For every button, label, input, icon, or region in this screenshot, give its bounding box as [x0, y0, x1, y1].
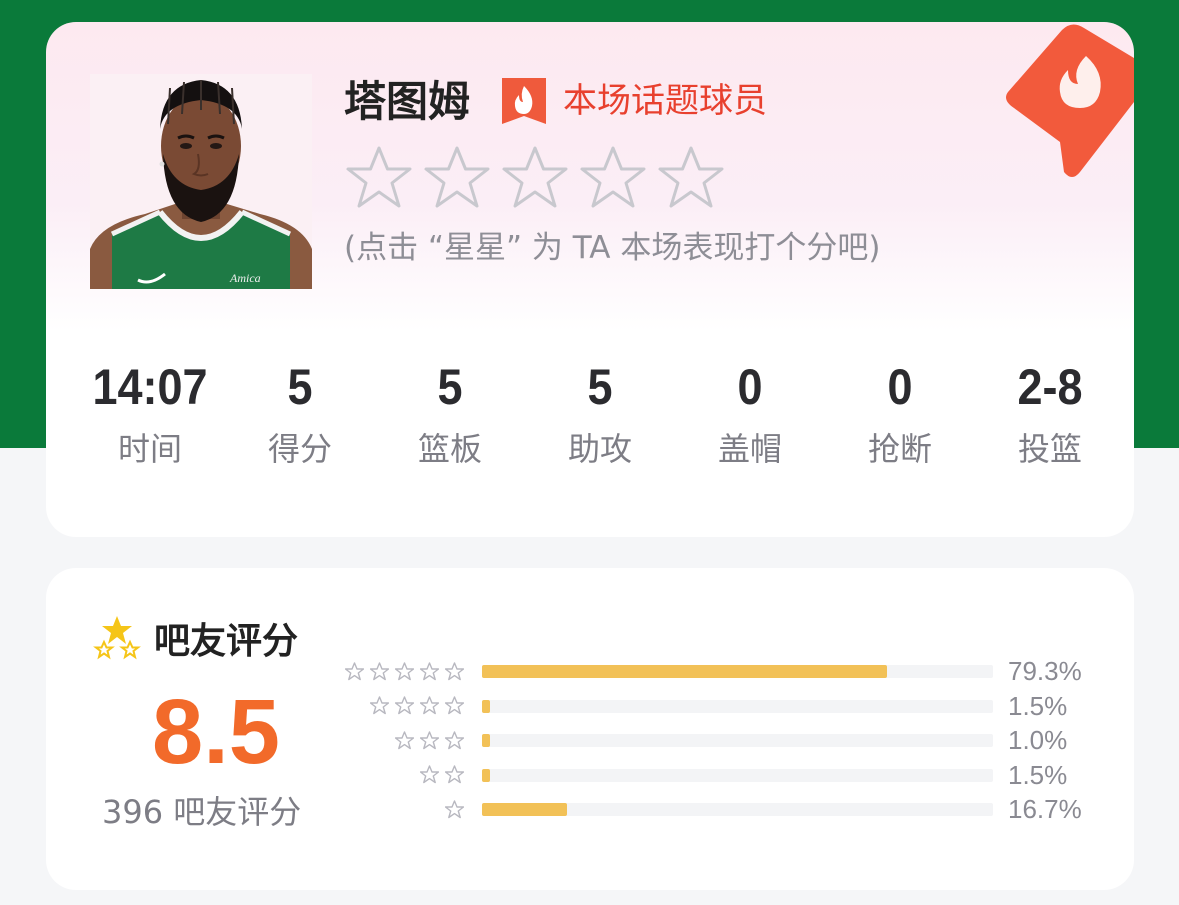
stat-points: 5 得分	[225, 352, 375, 474]
rate-star-4-icon[interactable]	[578, 144, 648, 210]
stat-label: 投篮	[1017, 430, 1082, 468]
distribution-bar-track	[482, 665, 993, 678]
stat-label: 得分	[267, 430, 332, 468]
stat-label: 盖帽	[717, 430, 782, 468]
stat-label: 篮板	[417, 430, 482, 468]
star-outline-icon	[445, 661, 464, 680]
distribution-percent: 1.0%	[1008, 725, 1068, 755]
stat-rebounds: 5 篮板	[375, 352, 525, 474]
stat-value: 5	[587, 359, 613, 415]
star-outline-icon	[420, 765, 439, 784]
distribution-row-1-star: 16.7%	[336, 792, 1096, 826]
star-outline-icon	[445, 696, 464, 715]
distribution-stars	[445, 792, 464, 826]
distribution-percent: 79.3%	[1008, 656, 1082, 686]
rate-star-2-icon[interactable]	[422, 144, 492, 210]
star-outline-icon	[345, 661, 364, 680]
stat-label: 抢断	[867, 430, 932, 468]
hot-player-label: 本场话题球员	[563, 81, 767, 121]
distribution-row-3-star: 1.0%	[336, 723, 1096, 757]
star-outline-icon	[420, 730, 439, 749]
stat-label: 时间	[117, 430, 182, 468]
rate-stars	[344, 144, 726, 210]
star-outline-icon	[420, 696, 439, 715]
rate-star-3-icon[interactable]	[500, 144, 570, 210]
player-stats: 14:07 时间 5 得分 5 篮板 5 助攻 0 盖帽 0 抢断 2-8 投篮	[46, 352, 1134, 474]
distribution-row-2-star: 1.5%	[336, 758, 1096, 792]
star-outline-icon	[445, 799, 464, 818]
stat-blocks: 0 盖帽	[675, 352, 825, 474]
star-outline-icon	[370, 696, 389, 715]
stat-field-goals: 2-8 投篮	[975, 352, 1125, 474]
flame-icon	[500, 76, 548, 126]
distribution-bar-track	[482, 699, 993, 713]
distribution-percent: 1.5%	[1008, 759, 1068, 790]
star-outline-icon	[395, 730, 414, 749]
player-card: Amica 塔图姆 本场话题球员 (点击 “星星” 为 TA 本场表现打个分吧)…	[46, 22, 1134, 537]
distribution-bar-track	[482, 768, 993, 782]
star-outline-icon	[370, 661, 389, 680]
distribution-bar-track	[482, 734, 993, 747]
fan-rating-title: 吧友评分	[154, 621, 299, 662]
stat-value: 14:07	[92, 359, 208, 415]
distribution-stars	[370, 689, 464, 723]
stat-value: 0	[887, 359, 913, 415]
distribution-bar-fill	[482, 734, 490, 747]
distribution-percent: 1.5%	[1008, 690, 1068, 721]
rate-star-5-icon[interactable]	[656, 144, 726, 210]
stat-value: 2-8	[1017, 359, 1083, 415]
hot-corner-flame-icon	[1000, 22, 1134, 182]
rate-star-1-icon[interactable]	[344, 144, 414, 210]
fan-rating-card: 吧友评分 8.5 396 吧友评分 79.3% 1.5% 1.0% 1.5% 16.7%	[46, 568, 1134, 890]
stat-steals: 0 抢断	[825, 352, 975, 474]
distribution-bar-fill	[482, 803, 567, 816]
stat-value: 5	[437, 359, 463, 415]
star-outline-icon	[445, 730, 464, 749]
distribution-bar-fill	[482, 768, 490, 782]
distribution-bar-track	[482, 803, 993, 816]
stat-assists: 5 助攻	[525, 352, 675, 474]
stat-time: 14:07 时间	[75, 352, 225, 474]
distribution-row-4-star: 1.5%	[336, 689, 1096, 723]
distribution-stars	[420, 758, 464, 792]
stat-value: 5	[287, 359, 313, 415]
rating-count: 396 吧友评分	[102, 793, 302, 831]
stat-value: 0	[737, 359, 763, 415]
jersey-sponsor: Amica	[229, 271, 261, 285]
star-outline-icon	[395, 661, 414, 680]
distribution-stars	[345, 654, 464, 688]
stat-label: 助攻	[567, 430, 632, 468]
player-name: 塔图姆	[344, 77, 471, 126]
star-outline-icon	[420, 661, 439, 680]
distribution-row-5-star: 79.3%	[336, 654, 1096, 688]
distribution-bar-fill	[482, 665, 887, 678]
distribution-percent: 16.7%	[1008, 794, 1082, 824]
distribution-stars	[395, 723, 464, 757]
star-outline-icon	[395, 696, 414, 715]
three-stars-icon	[92, 614, 142, 664]
rating-hint: (点击 “星星” 为 TA 本场表现打个分吧)	[344, 230, 881, 266]
average-score: 8.5	[152, 681, 280, 783]
distribution-bar-fill	[482, 699, 490, 713]
star-outline-icon	[445, 765, 464, 784]
player-photo: Amica	[90, 74, 312, 289]
